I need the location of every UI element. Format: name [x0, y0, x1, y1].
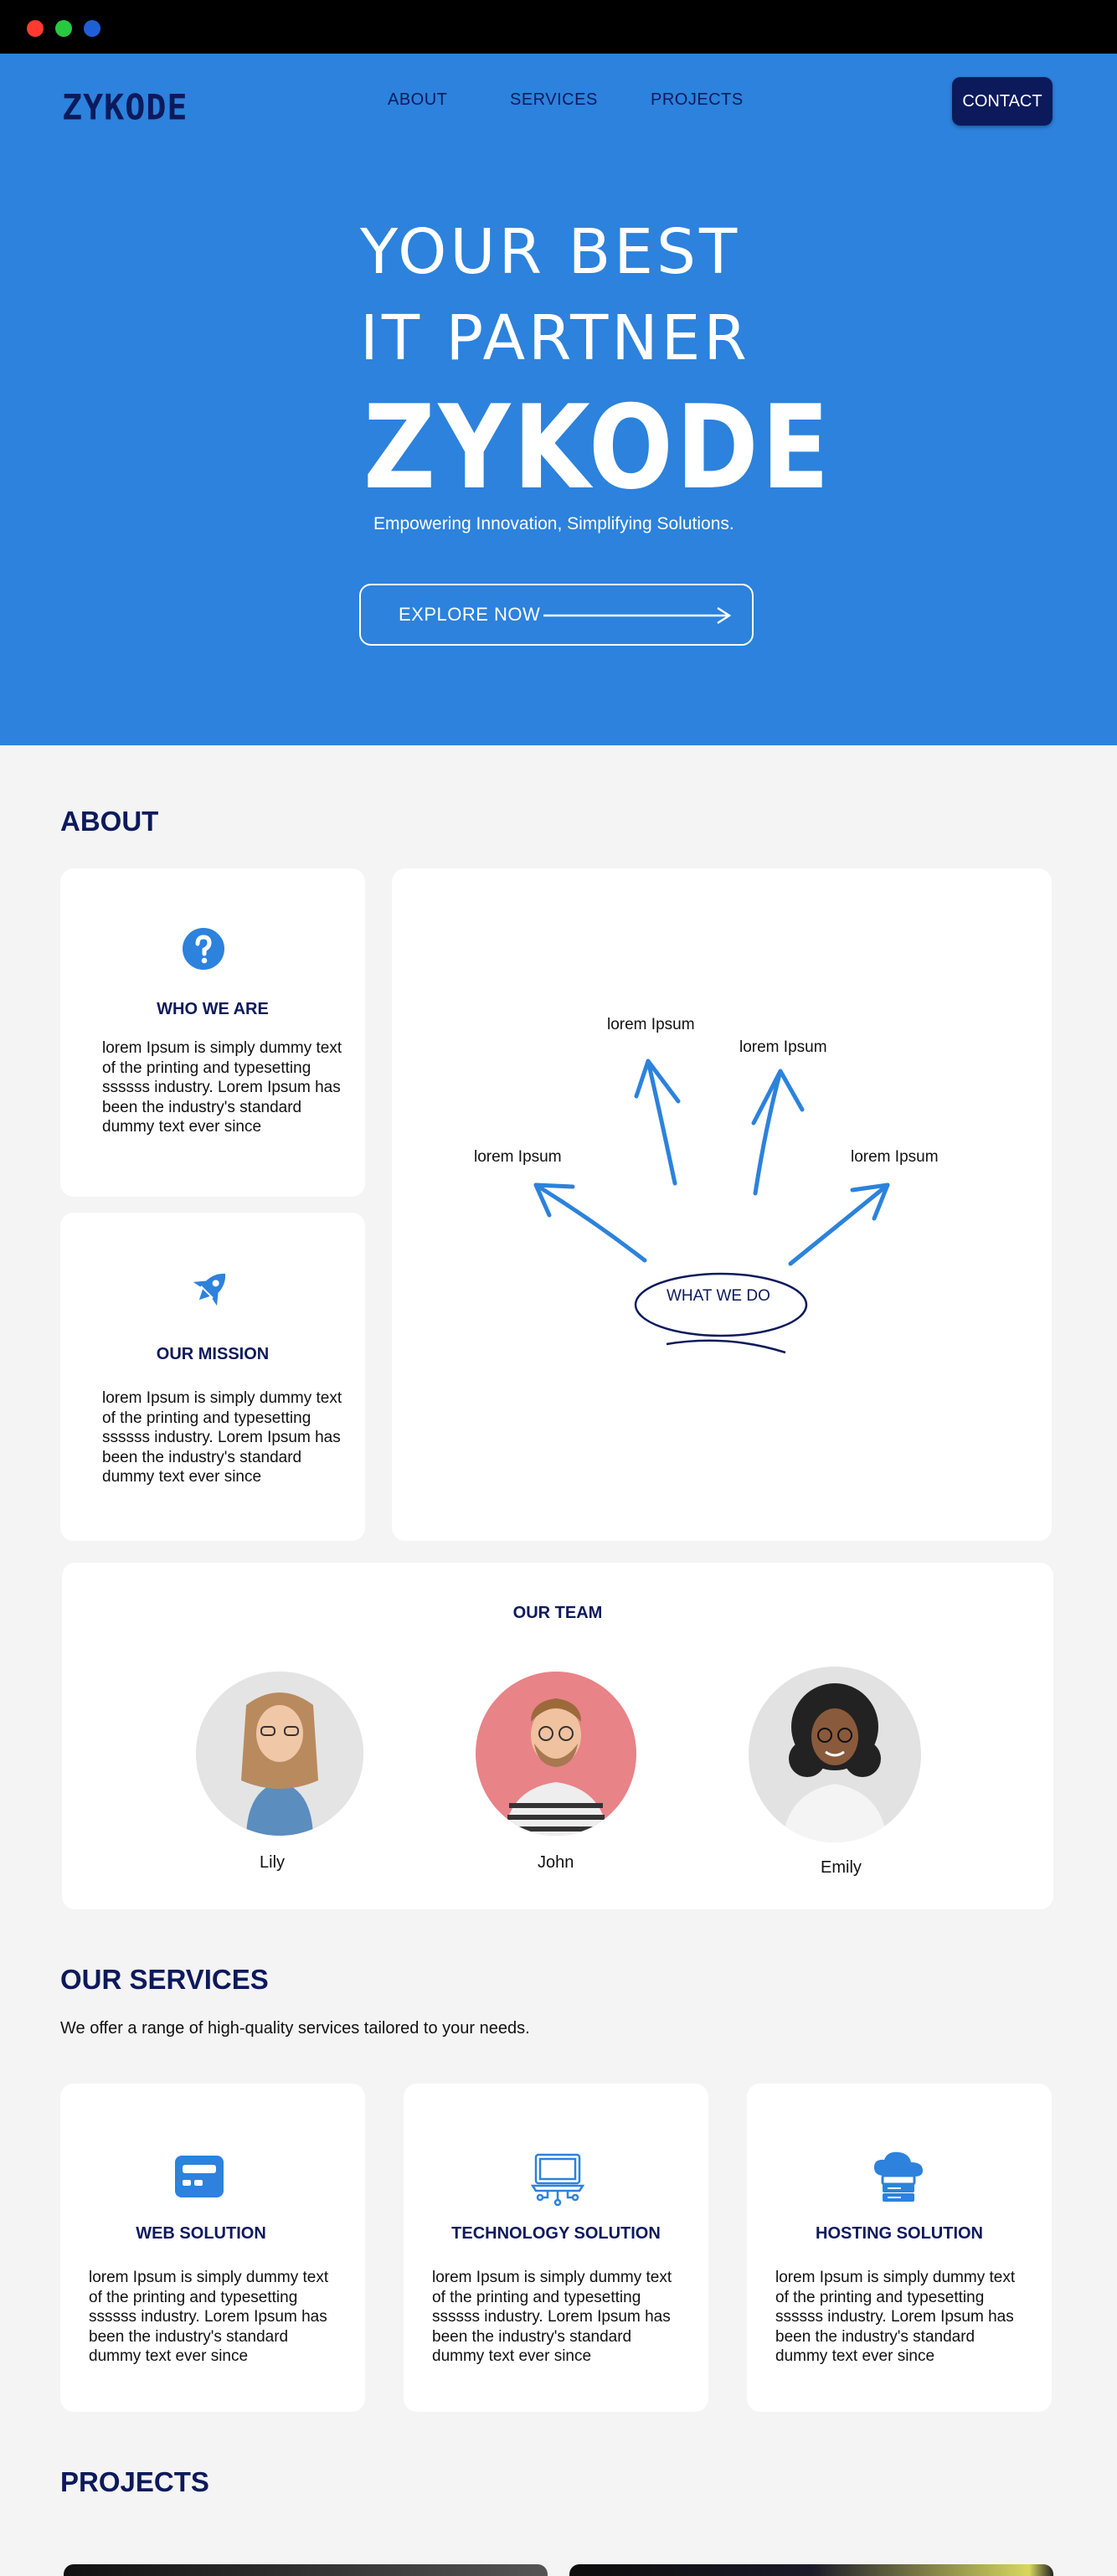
cloud-server-icon [874, 2151, 923, 2202]
team-member-name-john: John [538, 1853, 574, 1872]
laptop-circuit-icon [531, 2153, 584, 2206]
team-member-photo-john[interactable] [476, 1672, 636, 1836]
about-section-title: ABOUT [60, 806, 159, 837]
team-member-photo-lily[interactable] [196, 1672, 363, 1836]
who-we-are-text: lorem Ipsum is simply dummy text of the … [102, 1039, 342, 1136]
what-we-do-diagram [533, 1059, 890, 1354]
hero-heading-line2: IT PARTNER [360, 302, 750, 374]
rocket-icon [193, 1273, 226, 1306]
minimize-window-dot[interactable] [84, 20, 100, 37]
service-text-web: lorem Ipsum is simply dummy text of the … [89, 2269, 329, 2365]
project-card-2[interactable] [569, 2564, 1053, 2576]
question-icon [183, 928, 224, 970]
team-member-name-lily: Lily [260, 1853, 286, 1872]
avatar-emily [749, 1667, 921, 1842]
what-we-do-label: WHAT WE DO [667, 1287, 770, 1305]
project-card-1[interactable] [64, 2564, 548, 2576]
our-team-title: OUR TEAM [512, 1604, 603, 1622]
service-title-technology: TECHNOLOGY SOLUTION [451, 2224, 661, 2243]
hero-tagline: Empowering Innovation, Simplifying Solut… [373, 514, 734, 533]
arrow-right-icon [543, 606, 732, 625]
nav-link-services[interactable]: SERVICES [510, 90, 598, 110]
our-mission-card: OUR MISSION lorem Ipsum is simply dummy … [60, 1213, 365, 1541]
services-section-title: OUR SERVICES [60, 1964, 269, 1995]
arrow-up-left [533, 1182, 647, 1263]
what-we-do-card: WHAT WE DO lorem Ipsum lorem Ipsum lorem… [392, 868, 1052, 1541]
arrow-up-right [788, 1182, 890, 1266]
projects-section-title: PROJECTS [60, 2466, 209, 2497]
avatar-john [476, 1672, 636, 1836]
arrow-up-center-right [753, 1069, 783, 1196]
diagram-label-top-right: lorem Ipsum [739, 1038, 827, 1056]
our-mission-text: lorem Ipsum is simply dummy text of the … [102, 1389, 342, 1486]
nav-link-about[interactable]: ABOUT [388, 90, 447, 110]
services-subtitle: We offer a range of high-quality service… [60, 2019, 530, 2038]
service-card-web[interactable]: WEB SOLUTION lorem Ipsum is simply dummy… [60, 2084, 365, 2412]
service-title-hosting: HOSTING SOLUTION [816, 2224, 983, 2243]
explore-now-button[interactable]: EXPLORE NOW [359, 584, 754, 646]
service-text-technology: lorem Ipsum is simply dummy text of the … [432, 2269, 672, 2365]
nav-link-projects[interactable]: PROJECTS [651, 90, 744, 110]
service-card-hosting[interactable]: HOSTING SOLUTION lorem Ipsum is simply d… [747, 2084, 1052, 2412]
maximize-window-dot[interactable] [55, 20, 72, 37]
close-window-dot[interactable] [27, 20, 44, 37]
our-team-card: OUR TEAM Lily John Emily [62, 1563, 1053, 1909]
web-window-icon [175, 2156, 224, 2197]
brand-logo[interactable]: ZYKODE [62, 88, 188, 128]
diagram-label-top-left: lorem Ipsum [607, 1016, 695, 1033]
contact-button[interactable]: CONTACT [952, 77, 1053, 126]
hero-brand: ZYKODE [363, 380, 832, 515]
team-member-name-emily: Emily [821, 1858, 862, 1877]
team-member-photo-emily[interactable] [749, 1667, 921, 1842]
hero-section: ZYKODE ABOUT SERVICES PROJECTS CONTACT Y… [0, 54, 1117, 745]
who-we-are-title: WHO WE ARE [157, 1000, 269, 1018]
avatar-lily [196, 1672, 363, 1836]
window-titlebar [0, 0, 1117, 54]
explore-now-label: EXPLORE NOW [399, 604, 541, 625]
hero-heading-line1: YOUR BEST [360, 216, 741, 288]
who-we-are-card: WHO WE ARE lorem Ipsum is simply dummy t… [60, 868, 365, 1197]
diagram-label-left: lorem Ipsum [474, 1148, 562, 1166]
service-title-web: WEB SOLUTION [136, 2224, 266, 2243]
diagram-label-right: lorem Ipsum [851, 1148, 939, 1166]
service-text-hosting: lorem Ipsum is simply dummy text of the … [775, 2269, 1016, 2365]
our-mission-title: OUR MISSION [156, 1345, 270, 1363]
service-card-technology[interactable]: TECHNOLOGY SOLUTION lorem Ipsum is simpl… [404, 2084, 708, 2412]
